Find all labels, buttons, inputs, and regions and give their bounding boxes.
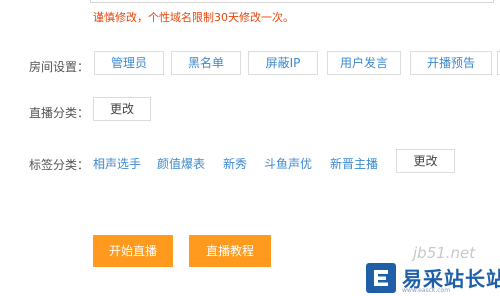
- user-speech-button[interactable]: 用户发言: [327, 51, 401, 75]
- live-tutorial-button[interactable]: 直播教程: [189, 235, 271, 267]
- live-category-change-button[interactable]: 更改: [93, 97, 151, 121]
- tag-item[interactable]: 相声选手: [93, 155, 141, 172]
- watermark-logo: 易采站长站 www.easck.com: [362, 261, 500, 296]
- admin-button[interactable]: 管理员: [94, 51, 164, 75]
- domain-change-notice: 谨慎修改，个性域名限制30天修改一次。: [93, 11, 294, 24]
- room-settings-label: 房间设置：: [29, 60, 90, 74]
- start-live-button[interactable]: 开始直播: [93, 235, 173, 267]
- watermark-site-text: jb51.net: [413, 244, 476, 262]
- tag-item[interactable]: 斗鱼声优: [264, 155, 312, 172]
- tag-item[interactable]: 新秀: [223, 155, 247, 172]
- tag-item[interactable]: 颜值爆表: [157, 155, 205, 172]
- tag-category-change-button[interactable]: 更改: [396, 149, 455, 173]
- blacklist-button[interactable]: 黑名单: [171, 51, 241, 75]
- live-preview-button[interactable]: 开播预告: [410, 51, 492, 75]
- live-category-label: 直播分类：: [29, 106, 90, 120]
- tag-item[interactable]: 新晋主播: [330, 155, 378, 172]
- tag-category-label: 标签分类：: [29, 158, 90, 172]
- block-ip-button[interactable]: 屏蔽IP: [248, 51, 318, 75]
- domain-input-box[interactable]: [90, 0, 494, 3]
- watermark-sub: www.easck.com: [402, 287, 451, 294]
- brand-e-icon: [366, 263, 396, 293]
